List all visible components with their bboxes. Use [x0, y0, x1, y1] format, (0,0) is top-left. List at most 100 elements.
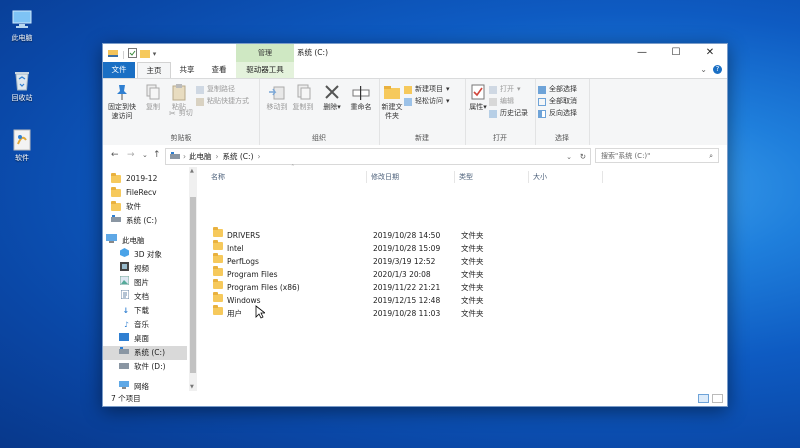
- column-header-date[interactable]: 修改日期: [367, 171, 455, 183]
- history-button[interactable]: 历史记录: [489, 108, 528, 119]
- nav-item-2019-12[interactable]: 2019-12: [103, 172, 187, 186]
- group-clipboard: 固定到快速访问 复制 粘贴 复制路径 粘贴快捷方式 ✂ 剪切 剪贴板: [103, 79, 260, 145]
- delete-button[interactable]: 删除▾: [318, 83, 346, 112]
- file-row[interactable]: Program Files (x86) 2019/11/22 21:21 文件夹: [207, 279, 627, 294]
- breadcrumb-chevron-icon: ›: [183, 152, 186, 161]
- nav-scrollbar[interactable]: ▲ ▼: [189, 167, 197, 391]
- new-folder-button[interactable]: 新建文件夹: [379, 83, 405, 121]
- desktop-icon-recycle-bin[interactable]: 回收站: [4, 68, 40, 103]
- nav-item-software[interactable]: 软件: [103, 200, 187, 214]
- minimize-button[interactable]: —: [625, 44, 659, 62]
- shortcut-folder-icon: [11, 128, 33, 151]
- chevron-down-icon[interactable]: ▾: [153, 50, 157, 58]
- nav-item-downloads[interactable]: ↓ 下载: [103, 304, 187, 318]
- nav-scrollbar-thumb[interactable]: [190, 197, 196, 373]
- nav-item-videos[interactable]: 视频: [103, 262, 187, 276]
- new-folder-qat-icon[interactable]: [139, 49, 150, 60]
- file-row[interactable]: Program Files 2020/1/3 20:08 文件夹: [207, 266, 627, 281]
- copy-icon: [144, 83, 162, 101]
- file-row[interactable]: Windows 2019/12/15 12:48 文件夹: [207, 292, 627, 307]
- close-button[interactable]: ✕: [693, 44, 727, 62]
- edit-button[interactable]: 编辑: [489, 96, 514, 107]
- copy-path-icon: [196, 85, 204, 94]
- address-bar[interactable]: › 此电脑 › 系统 (C:) › ⌄ ↻: [165, 148, 591, 165]
- chevron-down-icon[interactable]: ⌄: [700, 65, 707, 74]
- nav-item-music[interactable]: ♪ 音乐: [103, 318, 187, 332]
- cut-button[interactable]: ✂ 剪切: [169, 108, 193, 119]
- folder-icon: [213, 253, 223, 263]
- column-header-name[interactable]: 名称: [207, 171, 367, 183]
- select-all-button[interactable]: 全部选择: [538, 84, 577, 95]
- column-header-type[interactable]: 类型: [455, 171, 529, 183]
- tab-share[interactable]: 共享: [171, 62, 203, 78]
- copy-button[interactable]: 复制: [139, 83, 167, 112]
- back-arrow-icon[interactable]: ←: [111, 150, 119, 160]
- breadcrumb-this-pc[interactable]: 此电脑: [189, 151, 212, 162]
- nav-item-filerecv[interactable]: FileRecv: [103, 186, 187, 200]
- rename-button[interactable]: 重命名: [347, 83, 375, 112]
- nav-item-this-pc[interactable]: 此电脑: [103, 234, 187, 248]
- open-button[interactable]: 打开 ▾: [489, 84, 521, 95]
- help-icon[interactable]: ?: [713, 65, 722, 74]
- desktop-icon-this-pc[interactable]: 此电脑: [4, 8, 40, 43]
- paste-shortcut-button[interactable]: 粘贴快捷方式: [196, 96, 249, 107]
- music-note-icon: ♪: [124, 320, 129, 329]
- search-input[interactable]: 搜索"系统 (C:)" ⌕: [595, 148, 719, 163]
- nav-item-network[interactable]: 网络: [103, 380, 187, 391]
- recycle-bin-icon: [11, 68, 33, 91]
- nav-item-3d-objects[interactable]: 3D 对象: [103, 248, 187, 262]
- scroll-up-icon[interactable]: ▲: [190, 168, 194, 174]
- invert-selection-button[interactable]: 反向选择: [538, 108, 577, 119]
- copy-to-button[interactable]: 复制到: [289, 83, 317, 112]
- chevron-down-icon: ▾: [446, 85, 450, 93]
- delete-x-icon: [323, 83, 341, 101]
- computer-icon: [103, 234, 117, 248]
- tab-view[interactable]: 查看: [203, 62, 235, 78]
- nav-item-documents[interactable]: 文档: [103, 289, 187, 304]
- history-icon: [489, 109, 497, 118]
- nav-item-pictures[interactable]: 图片: [103, 275, 187, 290]
- copy-path-button[interactable]: 复制路径: [196, 84, 235, 95]
- desktop-icon-software[interactable]: 软件: [4, 128, 40, 163]
- nav-item-desktop[interactable]: 桌面: [103, 332, 187, 346]
- properties-qat-icon[interactable]: [127, 48, 137, 60]
- folder-icon: [213, 240, 223, 250]
- forward-arrow-icon[interactable]: →: [127, 150, 135, 160]
- drive-icon: [103, 214, 121, 228]
- move-to-button[interactable]: 移动到: [263, 83, 291, 112]
- folder-icon: [111, 201, 121, 211]
- tab-drive-tools[interactable]: 驱动器工具: [236, 62, 294, 78]
- new-item-button[interactable]: 新建项目 ▾: [404, 84, 450, 95]
- tab-home[interactable]: 主页: [137, 62, 171, 79]
- nav-item-software-d[interactable]: 软件 (D:): [103, 360, 187, 374]
- chevron-down-icon[interactable]: ⌄: [142, 151, 148, 159]
- folder-icon: [213, 305, 223, 315]
- easy-access-button[interactable]: 轻松访问 ▾: [404, 96, 450, 107]
- tab-file[interactable]: 文件: [103, 62, 135, 78]
- scroll-down-icon[interactable]: ▼: [190, 384, 194, 390]
- ribbon: 固定到快速访问 复制 粘贴 复制路径 粘贴快捷方式 ✂ 剪切 剪贴板 移动到 复…: [103, 78, 727, 146]
- breadcrumb-system-c[interactable]: 系统 (C:): [223, 151, 254, 162]
- details-view-icon[interactable]: [698, 394, 709, 403]
- properties-button[interactable]: 属性▾: [464, 83, 492, 112]
- file-row[interactable]: DRIVERS 2019/10/28 14:50 文件夹: [207, 227, 627, 242]
- pin-to-quick-access-button[interactable]: 固定到快速访问: [106, 83, 138, 121]
- group-new: 新建文件夹 新建项目 ▾ 轻松访问 ▾ 新建: [379, 79, 466, 145]
- chevron-down-icon[interactable]: ⌄: [566, 153, 572, 161]
- file-row[interactable]: Intel 2019/10/28 15:09 文件夹: [207, 240, 627, 255]
- maximize-button[interactable]: ☐: [659, 44, 693, 62]
- file-row[interactable]: PerfLogs 2019/3/19 12:52 文件夹: [207, 253, 627, 268]
- large-icons-view-icon[interactable]: [712, 394, 723, 403]
- refresh-icon[interactable]: ↻: [580, 152, 586, 161]
- open-icon: [489, 85, 497, 94]
- up-arrow-icon[interactable]: ↑: [153, 150, 161, 160]
- nav-item-system-c-quick[interactable]: 系统 (C:): [103, 214, 187, 228]
- chevron-down-icon: ▾: [517, 85, 521, 93]
- column-header-size[interactable]: 大小: [529, 171, 603, 183]
- nav-item-system-c[interactable]: 系统 (C:): [103, 346, 187, 360]
- file-row[interactable]: 用户 2019/10/28 11:03 文件夹: [207, 305, 627, 320]
- mouse-cursor-icon: [255, 305, 265, 319]
- select-none-button[interactable]: 全部取消: [538, 96, 577, 107]
- invert-selection-icon: [538, 109, 546, 118]
- video-icon: [103, 262, 129, 276]
